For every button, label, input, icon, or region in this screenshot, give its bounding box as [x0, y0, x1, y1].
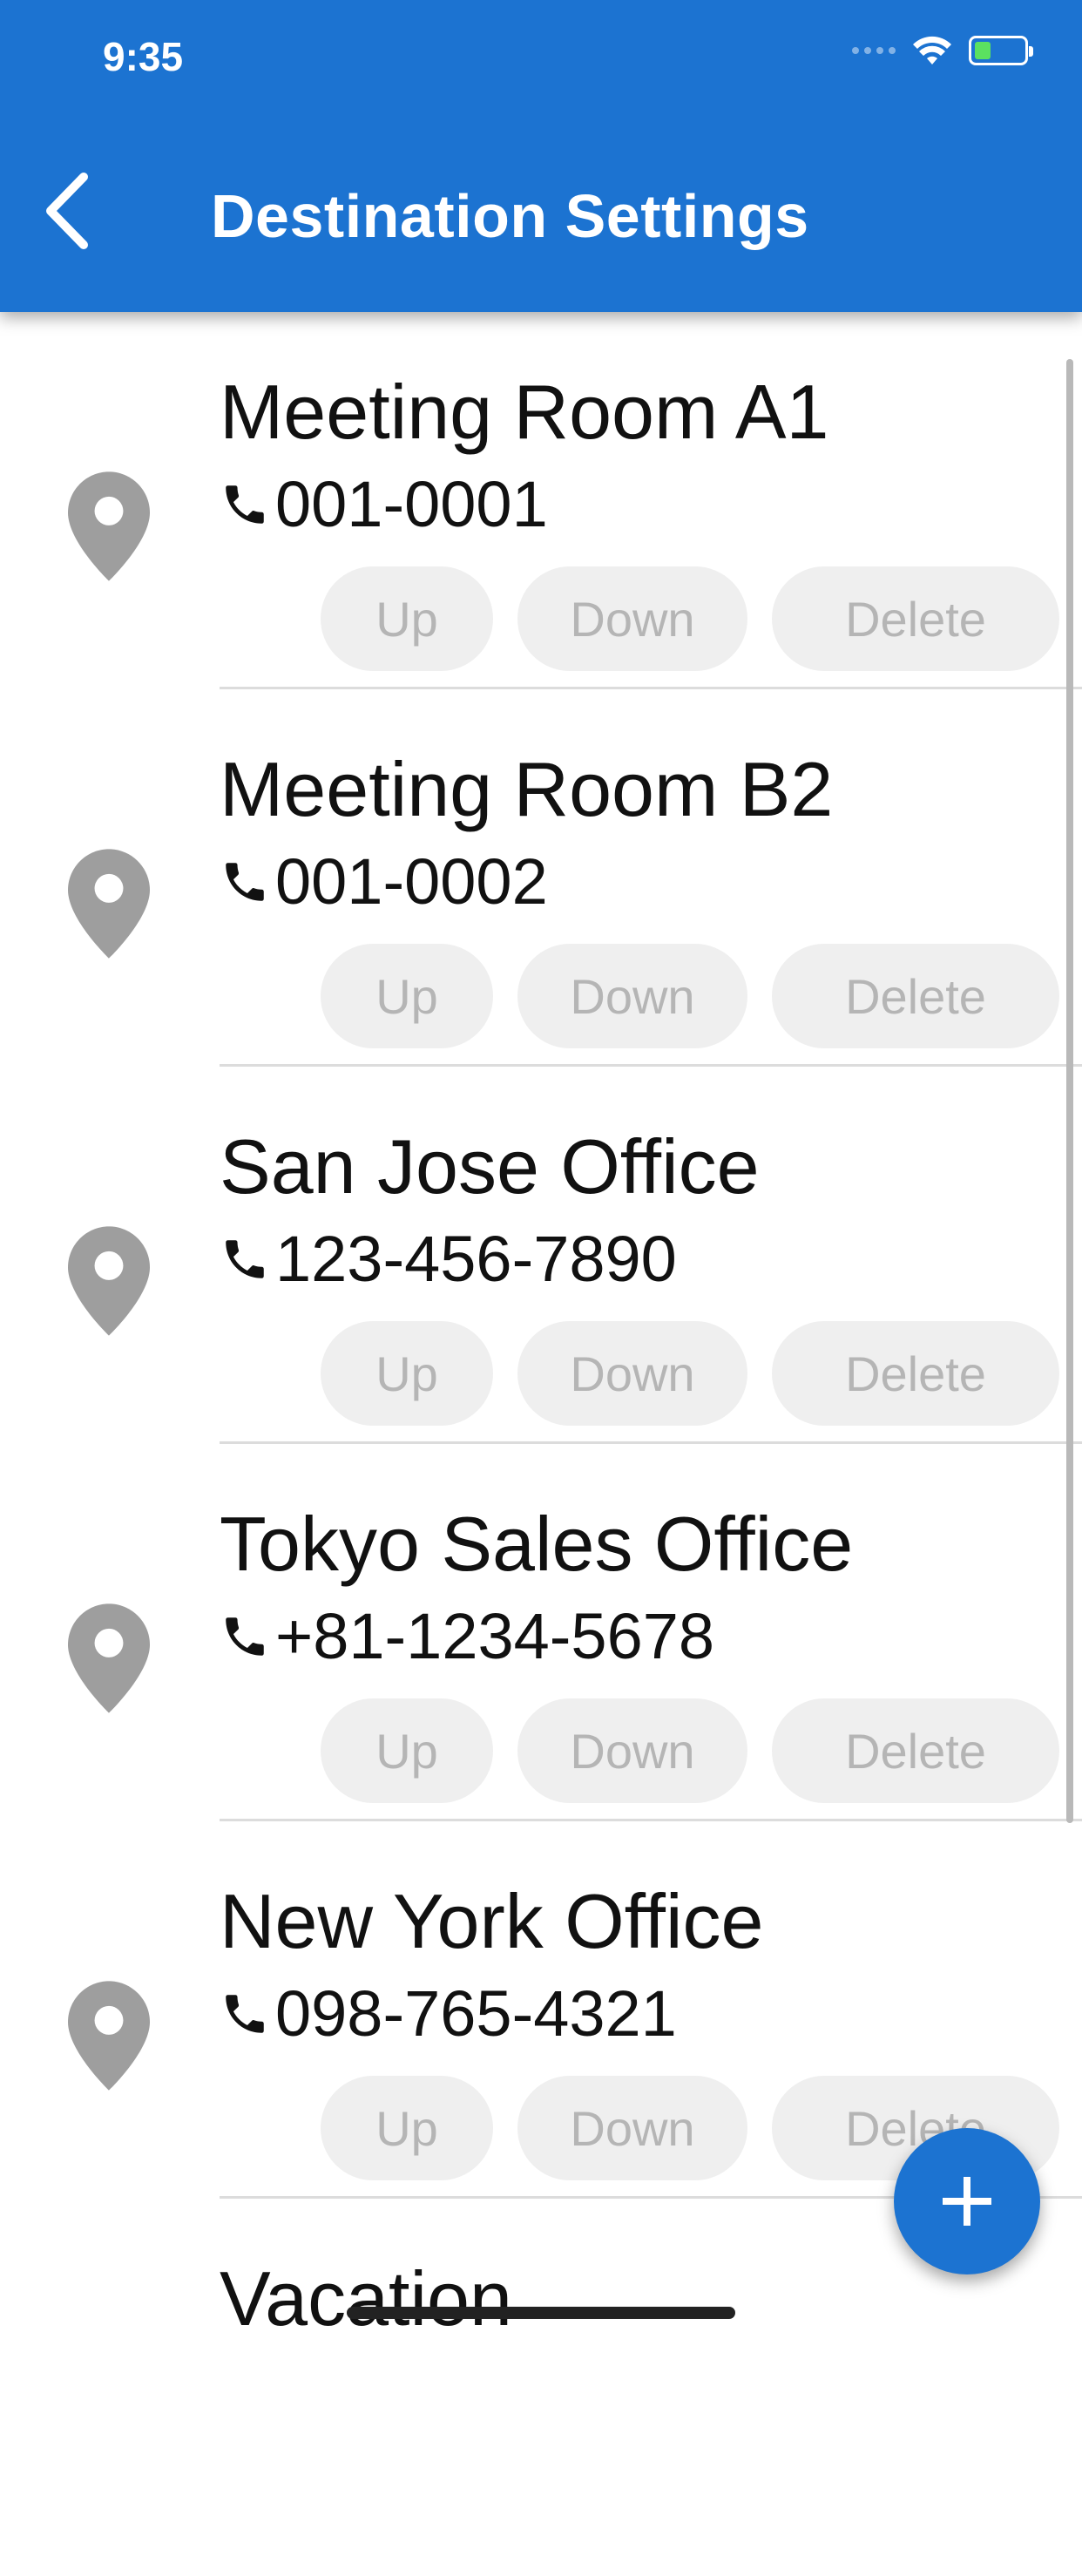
phone-number: 001-0001: [275, 468, 548, 540]
list-item: Meeting Room A1 001-0001 Up Down Delete: [0, 312, 1082, 689]
app-bar: 9:35 Destination Settings: [0, 0, 1082, 312]
row-actions: Up Down Delete: [321, 1321, 1059, 1426]
cellular-signal-icon: [852, 47, 896, 54]
status-time: 9:35: [103, 34, 184, 79]
phone-number: 098-765-4321: [275, 1977, 677, 2050]
add-destination-button[interactable]: [894, 2128, 1040, 2274]
chevron-left-icon: [46, 173, 88, 249]
down-button[interactable]: Down: [517, 1321, 747, 1426]
wifi-icon: [913, 36, 951, 64]
destination-phone: 001-0001: [220, 467, 548, 541]
down-button[interactable]: Down: [517, 566, 747, 671]
phone-number: 001-0002: [275, 845, 548, 918]
page-title: Destination Settings: [211, 182, 809, 250]
destination-name: Vacation: [220, 2255, 512, 2342]
location-pin-icon: [68, 1226, 150, 1336]
down-button[interactable]: Down: [517, 1698, 747, 1803]
destination-phone: 098-765-4321: [220, 1976, 677, 2051]
up-button[interactable]: Up: [321, 566, 493, 671]
up-button[interactable]: Up: [321, 1698, 493, 1803]
phone-icon: [226, 485, 264, 524]
list-item: Tokyo Sales Office +81-1234-5678 Up Down…: [0, 1444, 1082, 1821]
phone-icon: [226, 862, 264, 901]
phone-icon: [226, 1239, 264, 1278]
status-icons: [852, 35, 1033, 66]
list-item: New York Office 098-765-4321 Up Down Del…: [0, 1821, 1082, 2199]
destination-name: San Jose Office: [220, 1123, 760, 1210]
up-button[interactable]: Up: [321, 944, 493, 1048]
up-button[interactable]: Up: [321, 2076, 493, 2180]
plus-icon: [943, 2177, 991, 2226]
destination-phone: 001-0002: [220, 844, 548, 919]
home-indicator: [347, 2307, 735, 2319]
row-actions: Up Down Delete: [321, 566, 1059, 671]
back-button[interactable]: [31, 167, 101, 254]
destination-phone: +81-1234-5678: [220, 1599, 714, 1673]
list-item: Meeting Room B2 001-0002 Up Down Delete: [0, 689, 1082, 1067]
location-pin-icon: [68, 1603, 150, 1713]
destination-phone: 123-456-7890: [220, 1222, 677, 1296]
destination-name: Meeting Room B2: [220, 746, 834, 832]
delete-button[interactable]: Delete: [772, 944, 1059, 1048]
location-pin-icon: [68, 849, 150, 959]
down-button[interactable]: Down: [517, 2076, 747, 2180]
row-actions: Up Down Delete: [321, 944, 1059, 1048]
battery-icon: [969, 36, 1033, 65]
delete-button[interactable]: Delete: [772, 566, 1059, 671]
down-button[interactable]: Down: [517, 944, 747, 1048]
destination-name: New York Office: [220, 1878, 764, 1964]
phone-icon: [226, 1617, 264, 1656]
phone-number: 123-456-7890: [275, 1223, 677, 1295]
delete-button[interactable]: Delete: [772, 1698, 1059, 1803]
row-actions: Up Down Delete: [321, 1698, 1059, 1803]
up-button[interactable]: Up: [321, 1321, 493, 1426]
phone-number: +81-1234-5678: [275, 1600, 715, 1672]
destination-name: Meeting Room A1: [220, 369, 829, 455]
delete-button[interactable]: Delete: [772, 1321, 1059, 1426]
location-pin-icon: [68, 471, 150, 581]
list-item: San Jose Office 123-456-7890 Up Down Del…: [0, 1067, 1082, 1444]
phone-icon: [226, 1994, 264, 2033]
location-pin-icon: [68, 1981, 150, 2091]
scrollbar[interactable]: [1066, 359, 1073, 1823]
destination-name: Tokyo Sales Office: [220, 1501, 854, 1587]
